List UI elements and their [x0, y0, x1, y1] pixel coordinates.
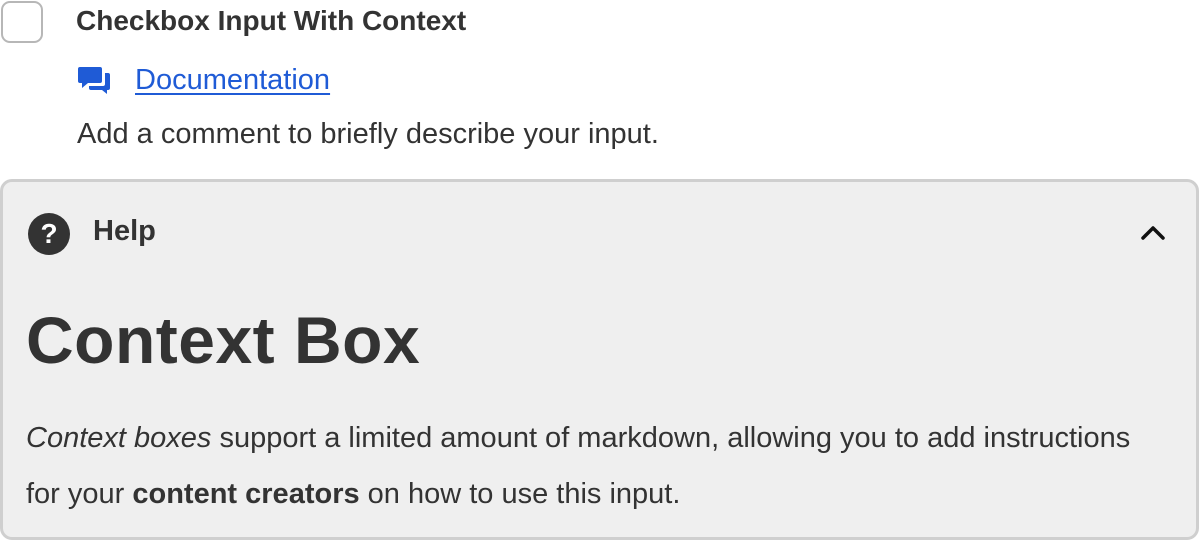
field-title: Checkbox Input With Context [76, 5, 467, 36]
field-description: Add a comment to briefly describe your i… [77, 118, 659, 150]
checkbox[interactable] [1, 1, 43, 43]
comments-icon [78, 65, 112, 95]
context-strong: content creators [132, 478, 360, 510]
question-circle-icon: ? [28, 213, 70, 255]
help-panel: ? Help Context Box Context boxes support… [0, 179, 1199, 540]
chevron-up-icon[interactable] [1140, 222, 1166, 242]
help-label: Help [93, 215, 156, 247]
context-title: Context Box [26, 303, 421, 377]
help-toggle[interactable]: ? Help [3, 182, 1196, 282]
documentation-link[interactable]: Documentation [135, 64, 330, 97]
documentation-row: Documentation [78, 62, 330, 98]
checkbox-field: Checkbox Input With Context Documentatio… [0, 0, 1200, 542]
context-text-2: on how to use this input. [359, 478, 681, 510]
context-body: Context boxes support a limited amount o… [26, 410, 1146, 522]
context-emphasis: Context boxes [26, 422, 212, 454]
